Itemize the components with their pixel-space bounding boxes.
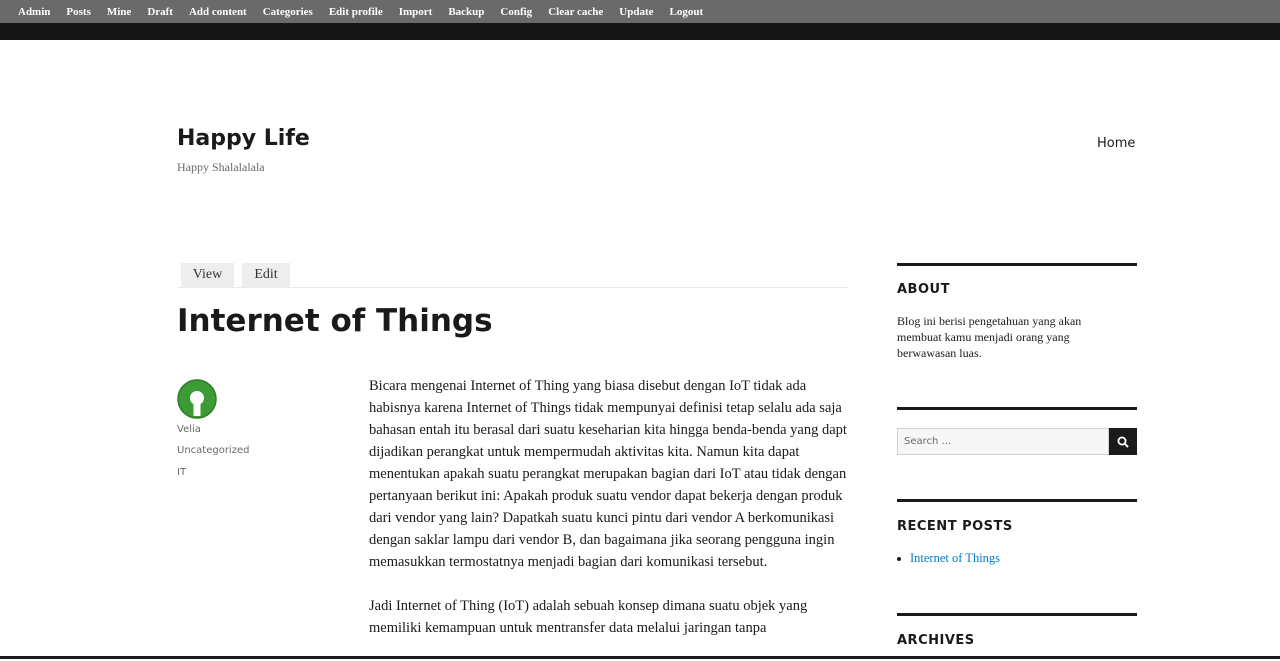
search-button[interactable] <box>1109 428 1137 455</box>
admin-link-backup[interactable]: Backup <box>448 6 484 18</box>
recent-post-link[interactable]: Internet of Things <box>910 551 1000 566</box>
admin-link-import[interactable]: Import <box>399 6 433 18</box>
widget-divider <box>897 263 1137 266</box>
header-dark-band <box>0 23 1280 40</box>
admin-link-update[interactable]: Update <box>619 6 653 18</box>
recent-posts-widget-title: RECENT POSTS <box>897 519 1013 534</box>
open-source-keyhole-icon <box>177 379 217 419</box>
admin-link-edit-profile[interactable]: Edit profile <box>329 6 383 18</box>
post-title: Internet of Things <box>177 303 493 339</box>
admin-link-posts[interactable]: Posts <box>66 6 90 18</box>
post-paragraph: Bicara mengenai Internet of Thing yang b… <box>369 378 847 570</box>
widget-divider <box>897 407 1137 410</box>
post-paragraph: Jadi Internet of Thing (IoT) adalah sebu… <box>369 598 808 636</box>
about-widget-title: ABOUT <box>897 282 950 297</box>
nav-home-link[interactable]: Home <box>1097 136 1135 151</box>
bullet-icon <box>897 556 901 561</box>
admin-link-categories[interactable]: Categories <box>263 6 313 18</box>
admin-toolbar: Admin Posts Mine Draft Add content Categ… <box>0 0 1280 23</box>
list-item: Internet of Things <box>897 551 1000 566</box>
admin-link-config[interactable]: Config <box>500 6 532 18</box>
post-tag-link[interactable]: IT <box>177 467 186 478</box>
widget-divider <box>897 499 1137 502</box>
admin-link-logout[interactable]: Logout <box>670 6 704 18</box>
search-icon <box>1117 436 1129 448</box>
admin-link-mine[interactable]: Mine <box>107 6 131 18</box>
post-author-link[interactable]: Velia <box>177 424 201 435</box>
admin-link-add-content[interactable]: Add content <box>189 6 247 18</box>
tab-view[interactable]: View <box>181 263 234 287</box>
site-description: Happy Shalalalala <box>177 160 265 174</box>
recent-posts-list: Internet of Things <box>897 551 1000 566</box>
post-category-link[interactable]: Uncategorized <box>177 445 249 456</box>
tabs-divider <box>177 287 848 288</box>
archives-widget-title: ARCHIVES <box>897 633 975 648</box>
admin-link-admin[interactable]: Admin <box>18 6 50 18</box>
post-content: Bicara mengenai Internet of Thing yang b… <box>369 375 849 661</box>
about-widget-text: Blog ini berisi pengetahuan yang akan me… <box>897 314 1082 360</box>
admin-link-draft[interactable]: Draft <box>147 6 173 18</box>
widget-divider <box>897 613 1137 616</box>
search-input[interactable] <box>897 428 1109 455</box>
admin-link-clear-cache[interactable]: Clear cache <box>548 6 603 18</box>
tab-edit[interactable]: Edit <box>242 263 290 287</box>
site-title[interactable]: Happy Life <box>177 126 310 151</box>
avatar[interactable] <box>177 379 217 419</box>
